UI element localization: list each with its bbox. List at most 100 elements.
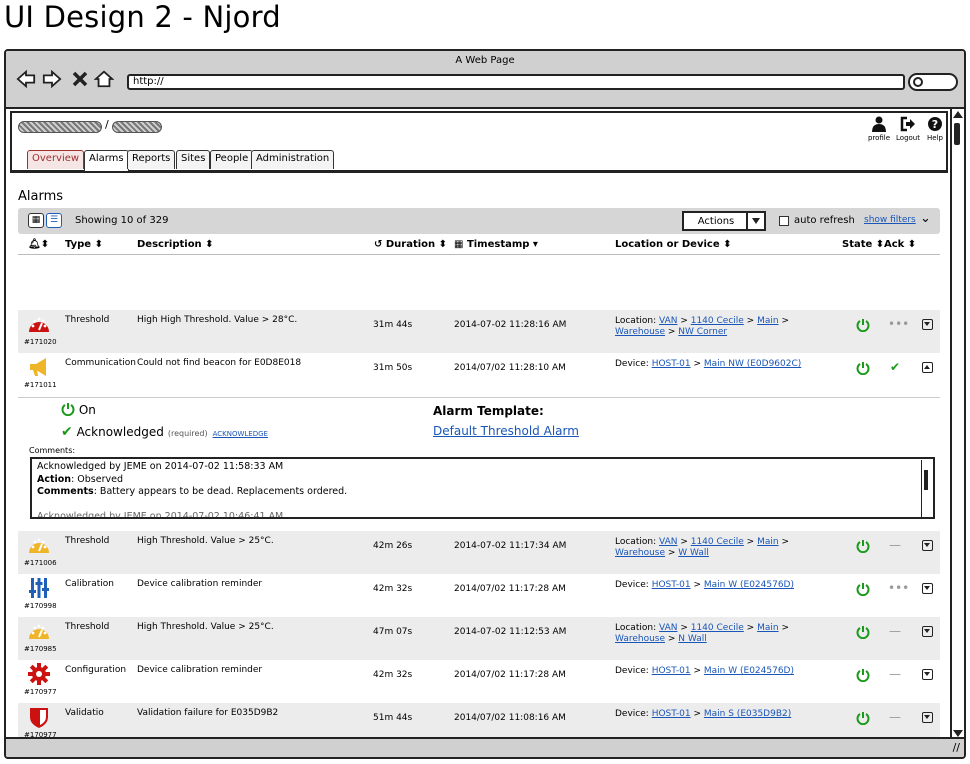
results-count: Showing 10 of 329	[75, 215, 169, 226]
scroll-down-icon[interactable]	[953, 730, 963, 737]
logout-button[interactable]: Logout	[893, 116, 923, 142]
chevron-down-icon[interactable]: ⌄	[920, 211, 931, 226]
back-icon[interactable]	[16, 69, 36, 89]
chevron-down-icon[interactable]	[746, 213, 764, 229]
location-link[interactable]: N Wall	[678, 634, 706, 644]
location-link[interactable]: Warehouse	[615, 548, 665, 558]
ack-status[interactable]: ✔	[888, 360, 902, 374]
col-duration[interactable]: ↺ Duration ⬍	[374, 239, 447, 250]
ack-status[interactable]: •••	[888, 581, 909, 595]
browser-search-input[interactable]	[908, 73, 958, 91]
show-filters-link[interactable]: show filters	[864, 215, 916, 225]
location-link[interactable]: HOST-01	[652, 359, 691, 369]
breadcrumb-scribble-2[interactable]	[112, 121, 162, 133]
acknowledge-link[interactable]: ACKNOWLEDGE	[213, 430, 268, 438]
col-state[interactable]: State ⬍	[842, 239, 884, 250]
expand-icon[interactable]	[922, 540, 933, 551]
history-icon: ↺	[374, 239, 383, 250]
location-link[interactable]: VAN	[659, 316, 677, 326]
location-link[interactable]: Main	[757, 623, 779, 633]
logout-label: Logout	[896, 134, 920, 142]
breadcrumb-scribble-1[interactable]	[18, 121, 102, 133]
location-link[interactable]: NW Corner	[678, 327, 727, 337]
ack-status[interactable]: —	[888, 667, 902, 681]
table-row[interactable]: #171011 Communication Could not find bea…	[18, 353, 940, 396]
tab-overview[interactable]: Overview	[27, 150, 85, 169]
alarm-number: #171020	[24, 338, 57, 346]
location-link[interactable]: VAN	[659, 537, 677, 547]
collapse-icon[interactable]	[922, 362, 933, 373]
location-link[interactable]: Main W (E024576D)	[704, 666, 794, 676]
scroll-up-icon[interactable]	[953, 111, 963, 118]
location-link[interactable]: Warehouse	[615, 634, 665, 644]
tab-reports[interactable]: Reports	[127, 150, 176, 169]
comments-scrollbar[interactable]	[921, 460, 931, 517]
location-link[interactable]: HOST-01	[652, 709, 691, 719]
alarm-duration: 47m 07s	[373, 627, 413, 637]
col-description[interactable]: Description ⬍	[137, 239, 214, 250]
col-location[interactable]: Location or Device ⬍	[615, 239, 732, 250]
location-link[interactable]: Main W (E024576D)	[704, 580, 794, 590]
template-label: Alarm Template:	[433, 404, 544, 418]
tab-administration[interactable]: Administration	[251, 150, 335, 169]
scroll-thumb[interactable]	[954, 123, 960, 145]
table-row[interactable]: #170998 Calibration Device calibration r…	[18, 574, 940, 617]
forward-icon[interactable]	[42, 69, 62, 89]
location-link[interactable]: Main	[757, 537, 779, 547]
bell-icon[interactable]: 🔔︎⬍	[28, 239, 49, 250]
location-link[interactable]: W Wall	[678, 548, 709, 558]
col-ack[interactable]: Ack ⬍	[884, 239, 916, 250]
gauge-red-icon	[27, 312, 51, 336]
location-link[interactable]: HOST-01	[652, 666, 691, 676]
alarms-toolbar: ▦ ☰ Showing 10 of 329 Actions auto refre…	[18, 208, 940, 234]
resize-grip-icon[interactable]: //	[953, 741, 960, 754]
actions-dropdown[interactable]: Actions	[682, 211, 766, 231]
expand-icon[interactable]	[922, 626, 933, 637]
col-timestamp[interactable]: ▦ Timestamp ▾	[454, 239, 538, 250]
expand-icon[interactable]	[922, 583, 933, 594]
tab-people[interactable]: People	[210, 150, 254, 169]
app-header: / profile Logout ? Help	[10, 111, 948, 145]
col-type[interactable]: Type ⬍	[65, 239, 103, 250]
alarm-location: Location: VAN > 1140 Cecile > Main > War…	[615, 316, 789, 337]
stop-icon[interactable]	[70, 69, 90, 89]
list-view-icon[interactable]: ☰	[46, 213, 62, 228]
alarm-detail-panel: On ✔ Acknowledged (required) ACKNOWLEDGE A…	[18, 397, 940, 531]
table-row[interactable]: #171006 Threshold High Threshold. Value …	[18, 531, 940, 574]
expand-icon[interactable]	[922, 712, 933, 723]
ack-status[interactable]: —	[888, 538, 902, 552]
location-link[interactable]: 1140 Cecile	[691, 537, 744, 547]
location-link[interactable]: Main S (E035D9B2)	[704, 709, 791, 719]
location-link[interactable]: 1140 Cecile	[691, 316, 744, 326]
location-link[interactable]: VAN	[659, 623, 677, 633]
alarm-description: Device calibration reminder	[137, 579, 263, 589]
home-icon[interactable]	[94, 69, 114, 89]
page-scrollbar[interactable]	[950, 109, 964, 739]
location-link[interactable]: Main NW (E0D9602C)	[704, 359, 801, 369]
help-button[interactable]: ? Help	[920, 116, 950, 142]
table-row[interactable]: #170985 Threshold High Threshold. Value …	[18, 617, 940, 660]
table-row[interactable]: #171020 Threshold High High Threshold. V…	[18, 310, 940, 353]
auto-refresh-checkbox[interactable]	[779, 216, 789, 226]
table-row[interactable]: #170977 Configuration Device calibration…	[18, 660, 940, 703]
expand-icon[interactable]	[922, 669, 933, 680]
expand-icon[interactable]	[922, 319, 933, 330]
location-link[interactable]: HOST-01	[652, 580, 691, 590]
location-link[interactable]: 1140 Cecile	[691, 623, 744, 633]
url-input[interactable]: http://	[127, 74, 905, 90]
ack-status[interactable]: —	[888, 710, 902, 724]
tab-alarms[interactable]: Alarms	[84, 150, 129, 171]
grid-view-icon[interactable]: ▦	[28, 213, 44, 228]
alarm-location: Device: HOST-01 > Main S (E035D9B2)	[615, 709, 792, 719]
tab-sites[interactable]: Sites	[176, 150, 211, 169]
template-link[interactable]: Default Threshold Alarm	[433, 424, 579, 438]
ack-status[interactable]: —	[888, 624, 902, 638]
browser-chrome: A Web Page http://	[6, 51, 964, 109]
comments-textarea[interactable]: Acknowledged by JEME on 2014-07-02 11:58…	[30, 457, 935, 519]
profile-button[interactable]: profile	[864, 116, 894, 142]
alarm-description: High Threshold. Value > 25°C.	[137, 536, 274, 546]
shield-icon	[27, 705, 51, 729]
ack-status[interactable]: •••	[888, 317, 909, 331]
location-link[interactable]: Warehouse	[615, 327, 665, 337]
location-link[interactable]: Main	[757, 316, 779, 326]
